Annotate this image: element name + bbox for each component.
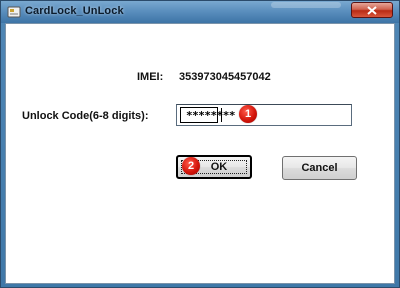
- text-caret: [221, 108, 222, 122]
- cancel-button-label: Cancel: [301, 162, 338, 174]
- unlock-code-value: ********: [186, 109, 235, 122]
- step-badge-1: 1: [239, 105, 257, 123]
- unlock-code-selection: ********: [180, 107, 235, 123]
- window-title: CardLock_UnLock: [25, 5, 124, 17]
- close-icon: [367, 6, 377, 15]
- title-bar[interactable]: CardLock_UnLock: [1, 1, 399, 23]
- dialog-client-area: IMEI: 353973045457042 Unlock Code(6-8 di…: [5, 23, 395, 284]
- ok-button-label: OK: [210, 161, 228, 173]
- dialog-window: CardLock_UnLock IMEI: 353973045457042 Un…: [0, 0, 400, 288]
- card-lock-icon: [7, 5, 21, 19]
- unlock-code-input[interactable]: ********: [176, 104, 352, 126]
- cancel-button[interactable]: Cancel: [282, 156, 357, 180]
- imei-value: 353973045457042: [179, 71, 271, 83]
- unlock-code-label: Unlock Code(6-8 digits):: [22, 110, 149, 122]
- imei-label: IMEI:: [137, 71, 164, 83]
- title-bar-reflection: [271, 2, 341, 8]
- close-button[interactable]: [351, 2, 393, 18]
- step-badge-2: 2: [182, 157, 200, 175]
